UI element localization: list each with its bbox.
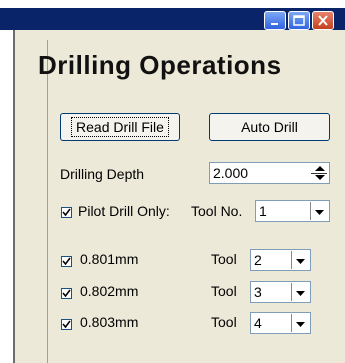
maximize-button[interactable] xyxy=(288,11,310,30)
chevron-down-icon[interactable] xyxy=(291,314,309,332)
drill-tool-select-3[interactable]: 4 xyxy=(250,312,311,334)
window-left-edge xyxy=(0,30,15,363)
chevron-down-icon[interactable] xyxy=(291,251,309,269)
drill-tool-label-3: Tool xyxy=(211,314,237,330)
drill-tool-select-2[interactable]: 3 xyxy=(250,281,311,303)
page-title: Drilling Operations xyxy=(38,50,282,80)
read-drill-file-button[interactable]: Read Drill File xyxy=(60,113,180,141)
spin-up-icon[interactable] xyxy=(313,164,327,173)
drilling-depth-spinner[interactable]: 2.000 xyxy=(209,162,330,184)
close-button[interactable] xyxy=(312,11,334,30)
checkmark-icon xyxy=(62,289,71,298)
auto-drill-label: Auto Drill xyxy=(241,119,298,135)
drilling-depth-label: Drilling Depth xyxy=(60,166,145,182)
chevron-down-icon[interactable] xyxy=(291,283,309,301)
chevron-down-icon[interactable] xyxy=(310,202,328,220)
drill-tool-label-1: Tool xyxy=(211,251,237,267)
spin-down-icon[interactable] xyxy=(313,173,327,182)
read-drill-file-label: Read Drill File xyxy=(71,117,169,137)
pilot-drill-checkbox[interactable] xyxy=(61,207,72,218)
drill-checkbox-2[interactable] xyxy=(61,288,72,299)
pilot-drill-label: Pilot Drill Only: xyxy=(78,203,170,219)
drill-size-label-1: 0.801mm xyxy=(80,251,139,267)
checkmark-icon xyxy=(62,320,71,329)
minimize-button[interactable] xyxy=(264,11,286,30)
minimize-icon xyxy=(271,23,278,25)
checkmark-icon xyxy=(62,208,71,217)
maximize-icon xyxy=(293,15,305,26)
drill-size-label-2: 0.802mm xyxy=(80,283,139,299)
pilot-tool-label: Tool No. xyxy=(191,203,243,219)
close-icon xyxy=(318,15,328,26)
drill-checkbox-1[interactable] xyxy=(61,256,72,267)
pilot-tool-value: 1 xyxy=(259,203,267,219)
checkmark-icon xyxy=(62,257,71,266)
drill-tool-value-1: 2 xyxy=(254,252,262,268)
drill-tool-select-1[interactable]: 2 xyxy=(250,249,311,271)
drill-tool-value-3: 4 xyxy=(254,315,262,331)
pilot-tool-select[interactable]: 1 xyxy=(255,200,330,222)
drilling-depth-value: 2.000 xyxy=(213,165,249,181)
auto-drill-button[interactable]: Auto Drill xyxy=(209,113,330,141)
drill-size-label-3: 0.803mm xyxy=(80,314,139,330)
drill-checkbox-3[interactable] xyxy=(61,319,72,330)
drill-tool-value-2: 3 xyxy=(254,284,262,300)
drill-tool-label-2: Tool xyxy=(211,283,237,299)
